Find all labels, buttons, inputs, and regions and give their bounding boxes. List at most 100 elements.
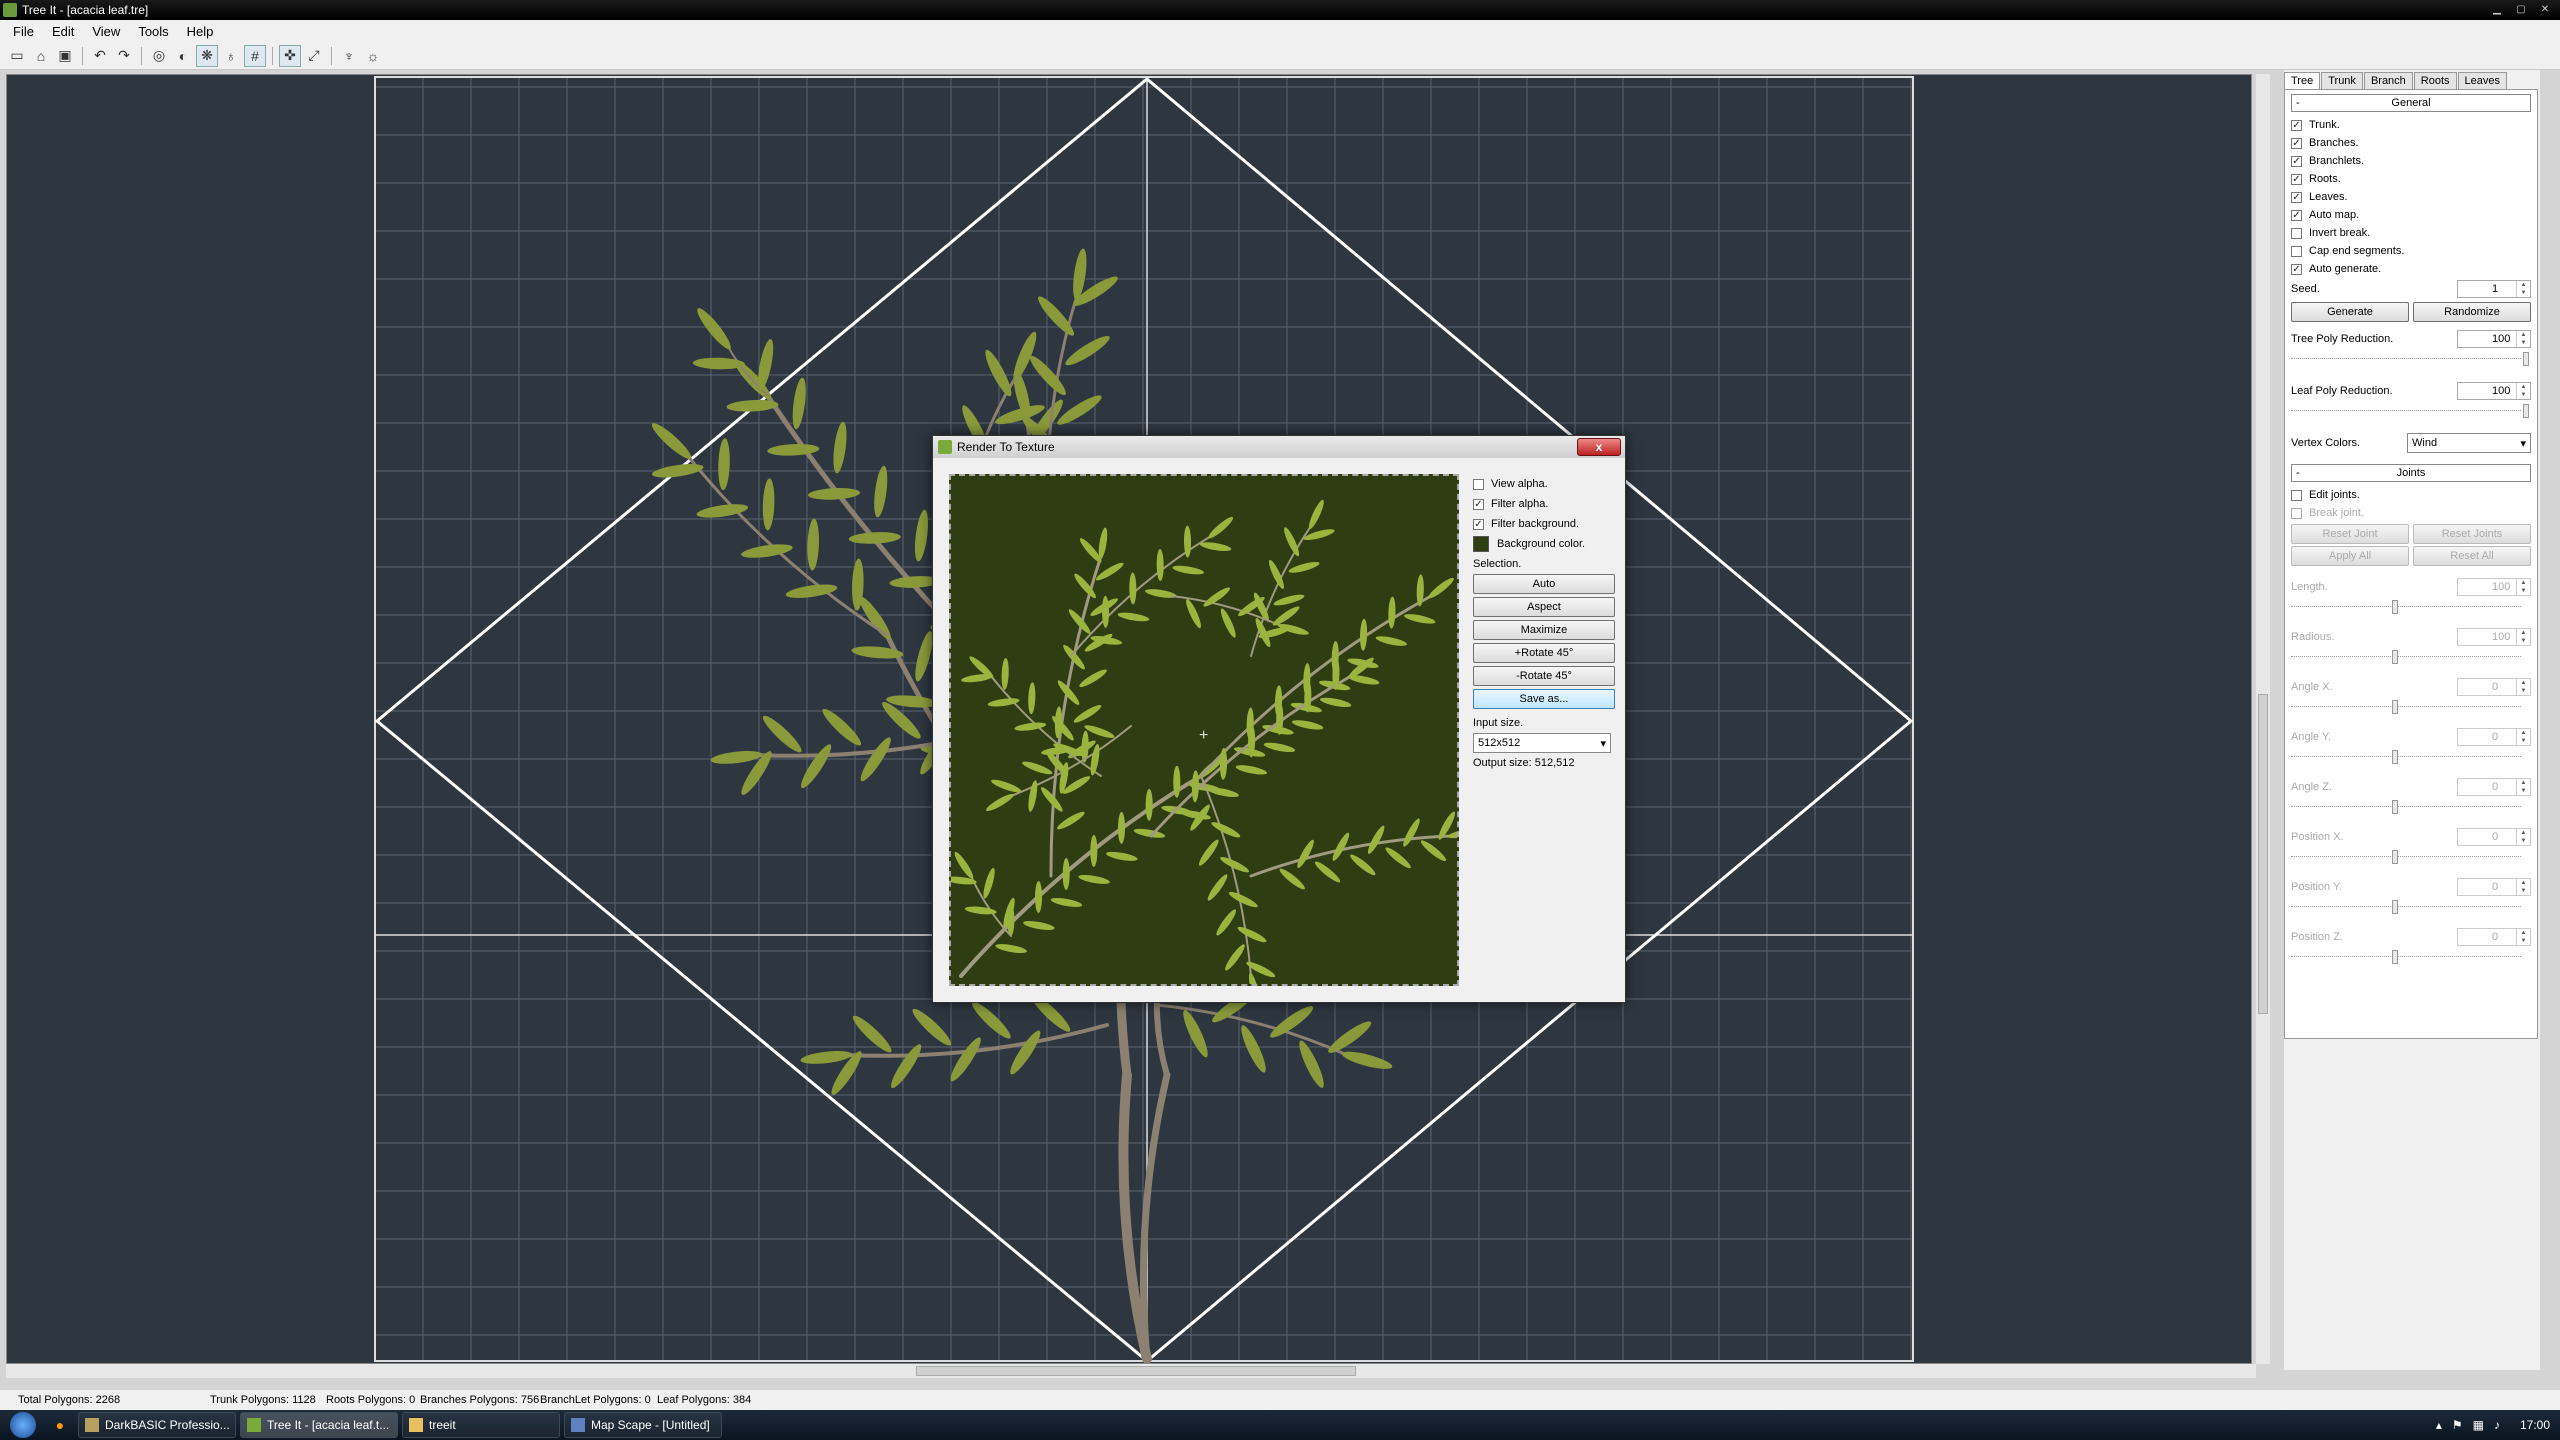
general-checkbox[interactable]: ✓ Auto generate. <box>2291 260 2531 278</box>
task-map-scape[interactable]: Map Scape - [Untitled] <box>564 1412 722 1438</box>
filter-background-checkbox[interactable]: ✓ Filter background. <box>1473 514 1615 534</box>
break-joint-checkbox[interactable]: Break joint. <box>2291 504 2531 522</box>
maximize-button[interactable]: Maximize <box>1473 620 1615 640</box>
joint-field-slider[interactable] <box>2291 898 2521 916</box>
network-icon[interactable]: ▦ <box>2473 1418 2484 1432</box>
randomize-button[interactable]: Randomize <box>2413 302 2531 322</box>
texture-preview[interactable]: + <box>944 474 1480 1004</box>
maximize-button[interactable]: ▢ <box>2510 2 2532 18</box>
menu-view[interactable]: View <box>83 24 129 39</box>
save-as-button[interactable]: Save as... <box>1473 689 1615 709</box>
tab-tree[interactable]: Tree <box>2284 72 2321 89</box>
general-checkbox[interactable]: ✓ Leaves. <box>2291 188 2531 206</box>
task-treeit-folder[interactable]: treeit <box>402 1412 560 1438</box>
start-button[interactable] <box>0 1410 46 1440</box>
properties-panel: Tree Trunk Branch Roots Leaves - General … <box>2284 70 2540 1370</box>
vertical-scrollbar[interactable] <box>2256 74 2270 1364</box>
aspect-button[interactable]: Aspect <box>1473 597 1615 617</box>
toolbar: ▭ ⌂ ▣ ↶ ↷ ◎ ◐ ❋ ♁ # ✜ ⤢ ♆ ☼ <box>0 42 2560 70</box>
tab-trunk[interactable]: Trunk <box>2321 72 2363 89</box>
joint-field-slider[interactable] <box>2291 698 2521 716</box>
joint-field-label: Position X. <box>2291 831 2344 843</box>
auto-button[interactable]: Auto <box>1473 574 1615 594</box>
joint-field-input[interactable]: 0 ▲ ▼ <box>2457 928 2531 946</box>
texture-icon[interactable]: ◐ <box>172 45 194 67</box>
axis-icon[interactable]: ✜ <box>279 44 301 67</box>
minimize-button[interactable]: ▁ <box>2486 2 2508 18</box>
seed-input[interactable]: 1 ▲ ▼ <box>2457 280 2531 298</box>
joint-field-input[interactable]: 0 ▲ ▼ <box>2457 828 2531 846</box>
joint-field-slider[interactable] <box>2291 848 2521 866</box>
background-color-picker[interactable]: Background color. <box>1473 534 1615 554</box>
reset-all-button[interactable]: Reset All <box>2413 546 2531 566</box>
menu-help[interactable]: Help <box>178 24 223 39</box>
general-header[interactable]: - General <box>2291 94 2531 112</box>
input-size-select[interactable]: 512x512 ▾ <box>1473 733 1611 753</box>
leaf-poly-input[interactable]: 100 ▲ ▼ <box>2457 382 2531 400</box>
close-window-button[interactable]: ✕ <box>2534 2 2556 18</box>
light-icon[interactable]: ♁ <box>220 45 242 67</box>
tab-leaves[interactable]: Leaves <box>2457 72 2508 89</box>
tray-arrow-icon[interactable]: ▴ <box>2436 1418 2442 1432</box>
browser-icon[interactable]: ● <box>46 1413 74 1437</box>
redo-icon[interactable]: ↷ <box>113 45 135 67</box>
joints-header[interactable]: - Joints <box>2291 464 2531 482</box>
joint-field-input[interactable]: 100 ▲ ▼ <box>2457 628 2531 646</box>
flag-icon[interactable]: ⚑ <box>2452 1418 2463 1432</box>
general-checkbox[interactable]: Invert break. <box>2291 224 2531 242</box>
menu-file[interactable]: File <box>4 24 43 39</box>
tree-poly-input[interactable]: 100 ▲ ▼ <box>2457 330 2531 348</box>
general-checkbox[interactable]: ✓ Branchlets. <box>2291 152 2531 170</box>
rotate-minus-45-button[interactable]: -Rotate 45° <box>1473 666 1615 686</box>
joint-field-input[interactable]: 0 ▲ ▼ <box>2457 728 2531 746</box>
joint-field-input[interactable]: 0 ▲ ▼ <box>2457 678 2531 696</box>
clock[interactable]: 17:00 <box>2520 1418 2550 1432</box>
tab-roots[interactable]: Roots <box>2413 72 2457 89</box>
general-checkbox[interactable]: ✓ Auto map. <box>2291 206 2531 224</box>
joint-field-input[interactable]: 100 ▲ ▼ <box>2457 578 2531 596</box>
joint-field-slider[interactable] <box>2291 748 2521 766</box>
tree-poly-slider[interactable] <box>2291 350 2529 368</box>
new-icon[interactable]: ▭ <box>6 45 28 67</box>
joint-field-slider[interactable] <box>2291 948 2521 966</box>
menu-tools[interactable]: Tools <box>129 24 177 39</box>
leaf-poly-slider[interactable] <box>2291 402 2529 420</box>
reset-joint-button[interactable]: Reset Joint <box>2291 524 2409 544</box>
apply-all-button[interactable]: Apply All <box>2291 546 2409 566</box>
wind-icon[interactable]: ♆ <box>338 45 360 67</box>
vertex-colors-select[interactable]: Wind ▾ <box>2407 433 2531 453</box>
general-checkbox[interactable]: ✓ Roots. <box>2291 170 2531 188</box>
joint-field-input[interactable]: 0 ▲ ▼ <box>2457 878 2531 896</box>
dialog-options: View alpha. ✓ Filter alpha. ✓ Filter backg… <box>1473 474 1615 773</box>
joint-field-slider[interactable] <box>2291 798 2521 816</box>
undo-icon[interactable]: ↶ <box>89 45 111 67</box>
generate-button[interactable]: Generate <box>2291 302 2409 322</box>
dialog-close-button[interactable]: x <box>1577 438 1621 456</box>
edit-joints-checkbox[interactable]: Edit joints. <box>2291 486 2531 504</box>
joint-field-slider[interactable] <box>2291 648 2521 666</box>
save-icon[interactable]: ▣ <box>54 45 76 67</box>
horizontal-scrollbar[interactable] <box>6 1364 2256 1378</box>
chevron-down-icon: ▾ <box>2520 437 2526 450</box>
menu-edit[interactable]: Edit <box>43 24 83 39</box>
task-darkbasic[interactable]: DarkBASIC Professio... <box>78 1412 236 1438</box>
filter-alpha-checkbox[interactable]: ✓ Filter alpha. <box>1473 494 1615 514</box>
joint-field-input[interactable]: 0 ▲ ▼ <box>2457 778 2531 796</box>
fit-icon[interactable]: ⤢ <box>303 45 325 67</box>
grid-icon[interactable]: # <box>244 44 266 67</box>
view-alpha-checkbox[interactable]: View alpha. <box>1473 474 1615 494</box>
general-checkbox[interactable]: ✓ Trunk. <box>2291 116 2531 134</box>
general-checkbox[interactable]: ✓ Branches. <box>2291 134 2531 152</box>
open-icon[interactable]: ⌂ <box>30 45 52 67</box>
tab-branch[interactable]: Branch <box>2363 72 2413 89</box>
general-checkbox[interactable]: Cap end segments. <box>2291 242 2531 260</box>
reset-joints-button[interactable]: Reset Joints <box>2413 524 2531 544</box>
taskbar: ● DarkBASIC Professio... Tree It - [acac… <box>0 1410 2560 1440</box>
wireframe-icon[interactable]: ◎ <box>148 45 170 67</box>
joint-field-slider[interactable] <box>2291 598 2521 616</box>
volume-icon[interactable]: ♪ <box>2494 1418 2500 1432</box>
leaf-mode-icon[interactable]: ❋ <box>196 44 218 67</box>
sun-icon[interactable]: ☼ <box>362 45 384 67</box>
task-tree-it[interactable]: Tree It - [acacia leaf.t... <box>240 1412 398 1438</box>
rotate-plus-45-button[interactable]: +Rotate 45° <box>1473 643 1615 663</box>
